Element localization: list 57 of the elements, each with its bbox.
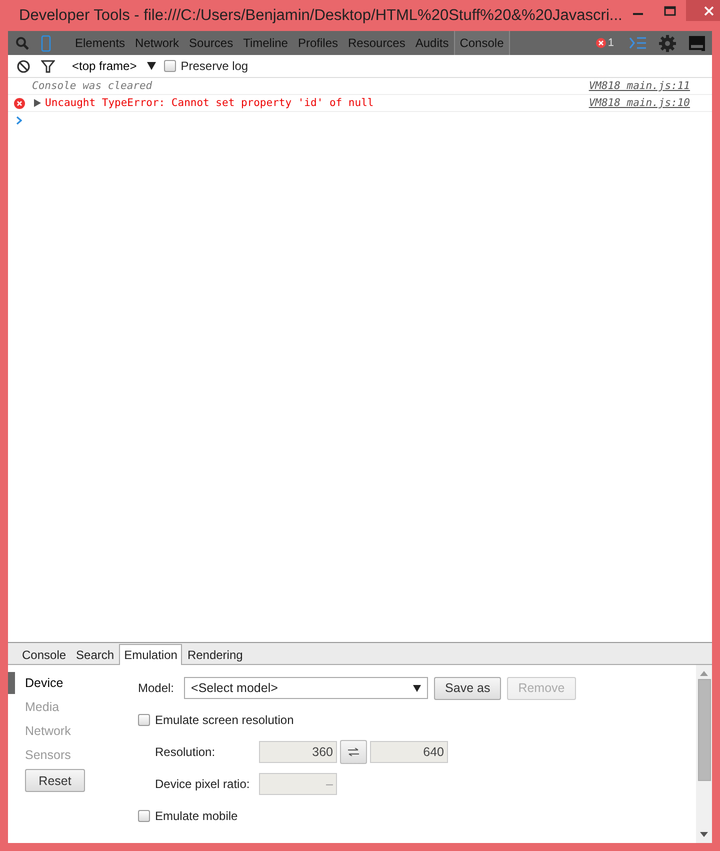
- scrollbar[interactable]: [696, 665, 712, 843]
- field-label: Model:: [138, 681, 174, 695]
- error-message: Uncaught TypeError: Cannot set property 'id' of null: [45, 97, 374, 109]
- model-select[interactable]: <Select model>: [184, 677, 428, 699]
- swap-icon[interactable]: [348, 748, 359, 756]
- swap-button[interactable]: [340, 740, 367, 764]
- checkbox[interactable]: [138, 714, 150, 726]
- checkbox-label: Emulate mobile: [155, 809, 238, 823]
- panel-tab[interactable]: Audits: [410, 31, 454, 55]
- drawer-tab[interactable]: Emulation: [119, 644, 182, 665]
- clear-icon[interactable]: [16, 60, 30, 72]
- drawer-tab[interactable]: Search: [71, 644, 120, 664]
- drawer-tab[interactable]: Console: [17, 644, 72, 664]
- window-title: Developer Tools - file:///C:/Users/Benjamin/Desktop/HTML%20Stuff%20&%20Javascri...: [19, 6, 622, 24]
- drawer-tab[interactable]: Rendering: [182, 644, 248, 664]
- section-item[interactable]: Device: [25, 676, 64, 690]
- panel-tab[interactable]: Console: [454, 31, 510, 55]
- panel-tab[interactable]: Elements: [70, 31, 130, 55]
- pixel-ratio-field[interactable]: –: [259, 773, 337, 795]
- settings-icon[interactable]: [658, 34, 676, 52]
- reset-button[interactable]: Reset: [25, 769, 85, 792]
- close-button[interactable]: [686, 0, 720, 21]
- expand-arrow-icon[interactable]: [34, 99, 41, 107]
- panel-tab[interactable]: Network: [130, 31, 184, 55]
- field-label: Resolution:: [155, 745, 216, 759]
- search-icon[interactable]: [16, 36, 28, 50]
- drawer-toggle-icon[interactable]: [628, 37, 646, 49]
- section-item[interactable]: Media: [25, 700, 60, 714]
- height-field[interactable]: 640: [370, 741, 448, 763]
- checkbox[interactable]: [138, 810, 150, 822]
- panel-tab[interactable]: Profiles: [292, 31, 343, 55]
- prompt-icon: [16, 116, 22, 124]
- error-icon: [596, 38, 606, 48]
- log-message: Console was cleared: [32, 80, 152, 92]
- save-as-button[interactable]: Save as: [434, 676, 502, 700]
- section-item[interactable]: Sensors: [25, 748, 71, 762]
- section-item[interactable]: Network: [25, 724, 71, 738]
- dropdown-arrow-icon[interactable]: [413, 684, 422, 692]
- width-field[interactable]: 360: [259, 741, 337, 763]
- source-link[interactable]: VM818 main.js:10: [588, 97, 690, 109]
- close-icon[interactable]: [704, 6, 714, 16]
- dock-icon[interactable]: [689, 36, 705, 50]
- checkbox-label: Preserve log: [180, 59, 248, 73]
- checkbox-label: Emulate screen resolution: [155, 713, 294, 727]
- scroll-down-icon[interactable]: [700, 832, 708, 837]
- panel-tab[interactable]: Resources: [343, 31, 410, 55]
- dropdown-arrow-icon[interactable]: [146, 62, 156, 70]
- panel-tab[interactable]: Timeline: [238, 31, 293, 55]
- source-link[interactable]: VM818 main.js:11: [588, 80, 690, 92]
- filter-icon[interactable]: [41, 60, 55, 72]
- field-label: Device pixel ratio:: [155, 777, 251, 791]
- error-icon: [14, 98, 25, 108]
- error-count[interactable]: 1: [608, 37, 614, 49]
- panel-tab[interactable]: Sources: [184, 31, 238, 55]
- maximize-icon[interactable]: [664, 6, 676, 16]
- frame-select[interactable]: <top frame>: [72, 59, 137, 73]
- checkbox[interactable]: [164, 60, 176, 72]
